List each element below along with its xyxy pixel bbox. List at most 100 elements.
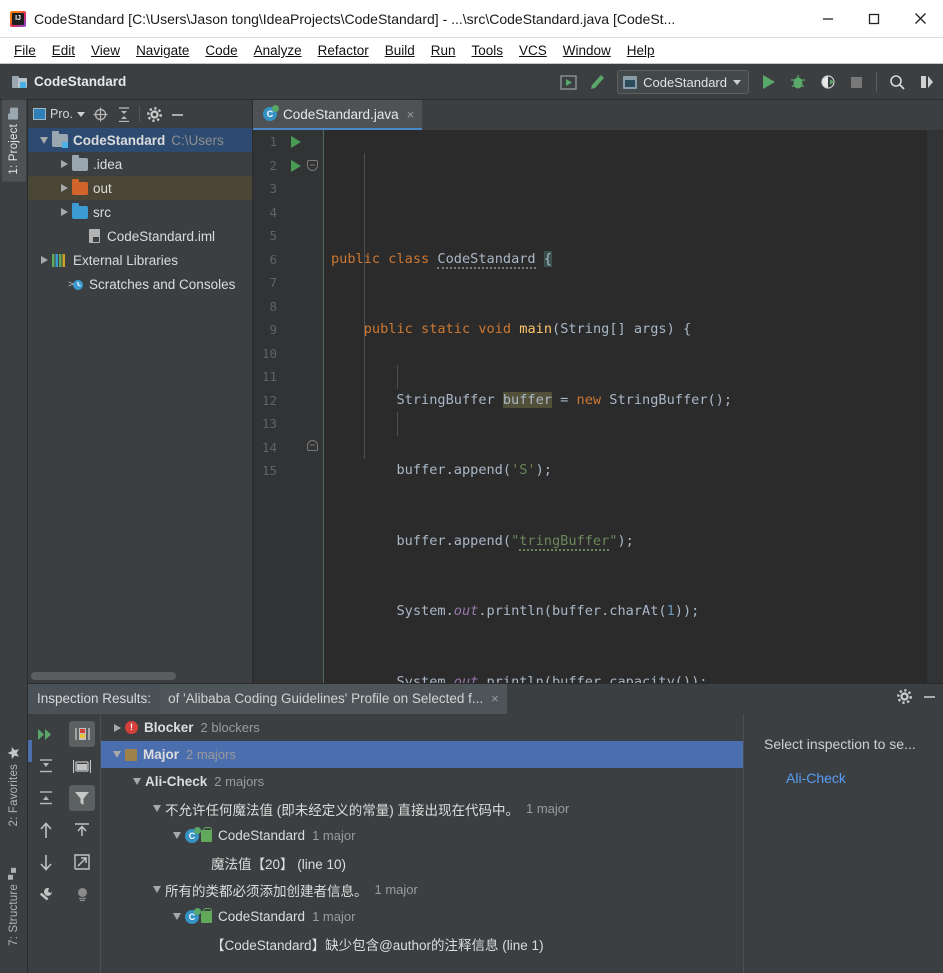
update-project-icon[interactable] [555,69,581,95]
menu-code[interactable]: Code [197,41,245,60]
inspection-node-blocker[interactable]: ! Blocker 2 blockers [101,714,743,741]
menu-refactor[interactable]: Refactor [310,41,377,60]
group-by-directory-icon[interactable] [69,753,95,779]
twisty-right-icon[interactable] [36,256,52,264]
settings-gear-icon[interactable] [144,103,166,125]
folder-icon [72,178,88,195]
tree-node-src[interactable]: src [28,200,252,224]
project-view-selector[interactable]: Pro. [33,107,89,121]
hide-icon[interactable] [167,103,189,125]
twisty-right-icon[interactable] [56,160,72,168]
export-icon[interactable] [69,817,95,843]
sidebar-tab-favorites[interactable]: 2: Favorites [2,740,26,833]
next-icon[interactable] [33,849,59,875]
tree-node-idea[interactable]: .idea [28,152,252,176]
menu-analyze[interactable]: Analyze [246,41,310,60]
inspection-node-magic-value-rule[interactable]: 不允许任何魔法值 (即未经定义的常量) 直接出现在代码中。 1 major [101,795,743,822]
twisty-down-icon[interactable] [109,751,125,758]
rerun-icon[interactable] [33,721,59,747]
tree-node-out[interactable]: out [28,176,252,200]
menu-file[interactable]: File [6,41,44,60]
inspection-node-major[interactable]: Major 2 majors [101,741,743,768]
menu-view[interactable]: View [83,41,128,60]
inspection-node-author-detail[interactable]: 【CodeStandard】缺少包含@author的注释信息 (line 1) [101,930,743,957]
collapse-icon[interactable] [33,785,59,811]
twisty-down-icon[interactable] [169,832,185,839]
inspection-profile-tab[interactable]: of 'Alibaba Coding Guidelines' Profile o… [160,684,507,714]
menu-help[interactable]: Help [619,41,663,60]
twisty-down-icon[interactable] [36,136,52,144]
menu-help-label: Help [626,43,655,58]
fold-marker-icon[interactable] [307,440,318,451]
close-icon[interactable]: × [405,107,415,122]
project-tree[interactable]: CodeStandard C:\Users .idea out src Code… [28,128,252,669]
run-gutter-icon[interactable] [291,136,301,148]
expand-icon[interactable] [33,753,59,779]
hide-icon[interactable] [922,689,937,709]
code-line-3: StringBuffer buffer = new StringBuffer()… [331,391,733,408]
menu-build-label: Build [384,43,415,58]
overflow-icon[interactable] [913,69,939,95]
locate-icon[interactable] [90,103,112,125]
inspection-node-class-codestandard-2[interactable]: C CodeStandard 1 major [101,903,743,930]
menu-window[interactable]: Window [555,41,619,60]
inspection-tree[interactable]: ! Blocker 2 blockers Major 2 majors Ali-… [100,714,743,973]
editor-tab-codestandard-java[interactable]: C CodeStandard.java × [253,100,423,130]
twisty-down-icon[interactable] [129,778,145,785]
inspection-body: ! Blocker 2 blockers Major 2 majors Ali-… [28,714,943,973]
run-configuration-selector[interactable]: CodeStandard [617,70,749,94]
maximize-button[interactable] [851,0,897,38]
run-with-coverage-icon[interactable] [814,69,840,95]
settings-wrench-icon[interactable] [33,881,59,907]
tree-node-codestandard[interactable]: CodeStandard C:\Users [28,128,252,152]
libraries-icon [52,253,68,267]
code-editor[interactable]: 1 2 3 4 5 6 7 8 9 10 11 12 13 14 15 publ… [253,130,943,683]
twisty-down-icon[interactable] [169,913,185,920]
run-gutter-icon[interactable] [291,159,301,172]
project-panel-horizontal-scrollbar[interactable] [31,672,176,680]
code-line-7: System.out.println(buffer.capacity()); [331,673,708,684]
inspection-node-magic-value-detail[interactable]: 魔法值【20】 (line 10) [101,849,743,876]
minimize-button[interactable] [805,0,851,38]
menu-edit[interactable]: Edit [44,41,83,60]
twisty-right-icon[interactable] [109,723,125,732]
sidebar-tab-structure[interactable]: 7: Structure [2,860,26,953]
debug-icon[interactable] [785,69,811,95]
inspection-node-class-codestandard[interactable]: C CodeStandard 1 major [101,822,743,849]
line-number: 10 [261,345,277,361]
toolbar-divider [876,72,877,92]
menu-build[interactable]: Build [377,41,423,60]
inspection-detail-link[interactable]: Ali-Check [786,770,931,786]
lock-icon [201,826,212,842]
twisty-right-icon[interactable] [56,208,72,216]
editor-gutter[interactable]: 1 2 3 4 5 6 7 8 9 10 11 12 13 14 15 [253,130,323,683]
menu-navigate[interactable]: Navigate [128,41,197,60]
search-icon[interactable] [884,69,910,95]
settings-gear-icon[interactable] [897,689,912,709]
close-button[interactable] [897,0,943,38]
menu-tools[interactable]: Tools [464,41,512,60]
code-text[interactable]: public class CodeStandard { public stati… [323,130,929,683]
tree-node-iml[interactable]: CodeStandard.iml [28,224,252,248]
prev-icon[interactable] [33,817,59,843]
open-in-new-icon[interactable] [69,849,95,875]
tree-node-external-libraries[interactable]: External Libraries [28,248,252,272]
close-icon[interactable]: × [491,690,499,708]
collapse-all-icon[interactable] [113,103,135,125]
filter-icon[interactable] [69,785,95,811]
inspection-node-author-rule[interactable]: 所有的类都必须添加创建者信息。 1 major [101,876,743,903]
menu-vcs[interactable]: VCS [511,41,555,60]
group-by-severity-icon[interactable] [69,721,95,747]
twisty-down-icon[interactable] [149,886,165,893]
build-hammer-icon[interactable] [584,69,610,95]
bulb-icon[interactable] [69,881,95,907]
sidebar-tab-project[interactable]: 1: Project [2,100,26,182]
run-icon[interactable] [756,69,782,95]
twisty-down-icon[interactable] [149,805,165,812]
twisty-right-icon[interactable] [56,184,72,192]
menu-run[interactable]: Run [423,41,464,60]
tree-node-scratches[interactable]: > Scratches and Consoles [28,272,252,296]
fold-marker-icon[interactable] [307,160,318,171]
inspection-node-ali-check[interactable]: Ali-Check 2 majors [101,768,743,795]
stop-icon[interactable] [843,69,869,95]
